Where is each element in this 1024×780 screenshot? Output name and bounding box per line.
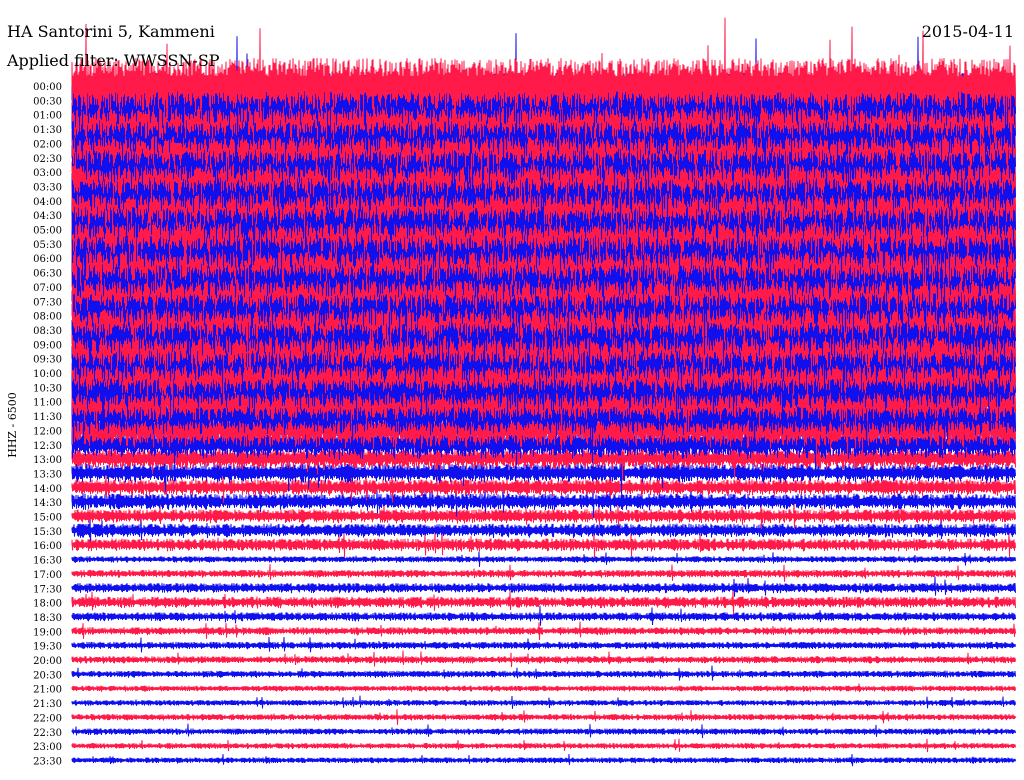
- row-time-label: 01:00: [33, 111, 62, 122]
- row-time-label: 02:00: [33, 139, 62, 150]
- row-time-label: 17:30: [33, 584, 62, 595]
- trace-row: [71, 605, 1016, 626]
- row-time-label: 06:00: [33, 254, 62, 265]
- row-time-label: 21:30: [33, 699, 62, 710]
- row-time-label: 19:00: [33, 627, 62, 638]
- row-time-label: 16:30: [33, 556, 62, 567]
- row-time-label: 22:00: [33, 713, 62, 724]
- trace-row: [71, 665, 1016, 681]
- trace-row: [71, 709, 1016, 725]
- row-time-label: 10:00: [33, 369, 62, 380]
- row-time-label: 08:30: [33, 326, 62, 337]
- row-time-label: 03:30: [33, 182, 62, 193]
- row-time-label: 05:30: [33, 240, 62, 251]
- row-time-label: 20:00: [33, 656, 62, 667]
- row-time-label: 15:30: [33, 527, 62, 538]
- trace-row: [71, 551, 1016, 567]
- trace-row: [71, 564, 1016, 582]
- row-time-label: 02:30: [33, 154, 62, 165]
- trace-row: [71, 621, 1016, 641]
- row-time-label: 08:00: [33, 312, 62, 323]
- trace-row: [71, 695, 1016, 709]
- trace-layer: [71, 17, 1016, 767]
- trace-row: [71, 738, 1016, 753]
- time-labels: 00:00 00:30 01:00 01:30 02:00 02:30 03:00 03:30…: [33, 82, 62, 767]
- trace-row: [71, 576, 1016, 597]
- row-time-label: 10:30: [33, 383, 62, 394]
- row-time-label: 06:30: [33, 269, 62, 280]
- row-time-label: 18:00: [33, 599, 62, 610]
- row-time-label: 01:30: [33, 125, 62, 136]
- trace-row: [71, 723, 1016, 739]
- row-time-label: 23:30: [33, 756, 62, 767]
- row-time-label: 12:00: [33, 426, 62, 437]
- seismogram-plot: 00:00 00:30 01:00 01:30 02:00 02:30 03:00 03:30…: [6, 17, 1016, 767]
- row-time-label: 07:30: [33, 297, 62, 308]
- row-time-label: 22:30: [33, 728, 62, 739]
- row-time-label: 00:30: [33, 96, 62, 107]
- station-title: HA Santorini 5, Kammeni: [7, 22, 215, 41]
- row-time-label: 09:00: [33, 340, 62, 351]
- row-time-label: 14:30: [33, 498, 62, 509]
- row-time-label: 14:00: [33, 484, 62, 495]
- row-time-label: 11:00: [33, 398, 62, 409]
- row-time-label: 03:00: [33, 168, 62, 179]
- row-time-label: 09:30: [33, 355, 62, 366]
- row-time-label: 18:30: [33, 613, 62, 624]
- row-time-label: 12:30: [33, 441, 62, 452]
- row-time-label: 23:00: [33, 742, 62, 753]
- row-time-label: 13:00: [33, 455, 62, 466]
- row-time-label: 15:00: [33, 513, 62, 524]
- trace-row: [71, 590, 1016, 615]
- row-time-label: 11:30: [33, 412, 62, 423]
- row-time-label: 00:00: [33, 82, 62, 93]
- channel-label: HHZ - 6500: [6, 392, 19, 458]
- row-time-label: 21:00: [33, 685, 62, 696]
- date-label: 2015-04-11: [922, 22, 1014, 41]
- row-time-label: 16:00: [33, 541, 62, 552]
- row-time-label: 20:30: [33, 670, 62, 681]
- trace-row: [71, 753, 1016, 767]
- row-time-label: 13:30: [33, 469, 62, 480]
- trace-row: [71, 683, 1016, 693]
- row-time-label: 04:30: [33, 211, 62, 222]
- row-time-label: 05:00: [33, 226, 62, 237]
- row-time-label: 04:00: [33, 197, 62, 208]
- filter-label: Applied filter: WWSSN-SP: [6, 51, 220, 70]
- row-time-label: 17:00: [33, 570, 62, 581]
- row-time-label: 07:00: [33, 283, 62, 294]
- trace-row: [71, 650, 1016, 668]
- row-time-label: 19:30: [33, 642, 62, 653]
- trace-row: [71, 636, 1016, 653]
